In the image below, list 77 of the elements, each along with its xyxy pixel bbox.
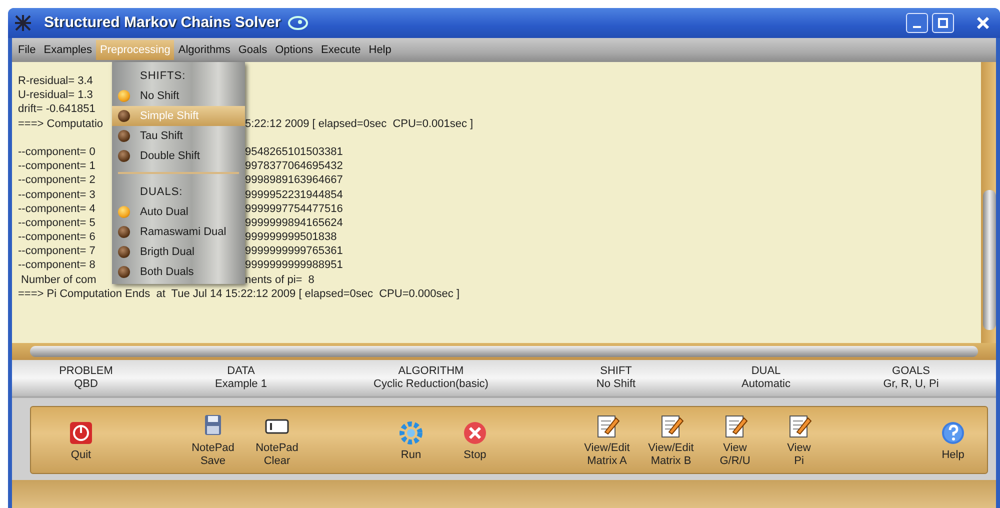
status-label: ALGORITHM [398, 365, 464, 378]
menu-item[interactable]: Examples [40, 40, 96, 60]
log-line: 9548265101503381 [245, 144, 344, 160]
status-value: Gr, R, U, Pi [883, 378, 939, 391]
status-label: DUAL [751, 365, 781, 378]
menu-item[interactable]: Options [271, 40, 317, 60]
window-title: Structured Markov Chains Solver [44, 12, 281, 33]
menu-item[interactable]: File [14, 40, 40, 60]
toolbar-button[interactable]: Run [379, 418, 443, 462]
log-line: --component= 8 [18, 258, 96, 273]
scroll-thumb[interactable] [983, 190, 996, 330]
radio-menu-item[interactable]: Both Duals [112, 262, 245, 282]
log-line: 9978377064695432 [245, 159, 344, 174]
maximize-icon [938, 18, 948, 28]
log-line: --component= 2 [18, 173, 96, 188]
log-line: ===> Computatio [18, 116, 104, 131]
toolbar-button[interactable]: Help [921, 418, 985, 462]
log-line: 9999999999988951 [245, 258, 344, 273]
status-label: SHIFT [600, 365, 632, 378]
scroll-thumb[interactable] [30, 346, 978, 357]
log-line: --component= 4 [18, 202, 96, 216]
app-icon [14, 14, 32, 32]
toolbar-button[interactable]: View/Edit Matrix A [575, 412, 639, 468]
log-line: R-residual= 3.4 [18, 74, 94, 88]
log-line: 9999997754477516 [245, 202, 344, 216]
menu-item[interactable]: Goals [234, 40, 272, 60]
logo-icon [286, 15, 309, 31]
menu-item[interactable]: Execute [317, 40, 365, 60]
status-label: DATA [227, 365, 255, 378]
log-line: --component= 7 [18, 244, 96, 258]
log-line: U-residual= 1.3 [18, 88, 94, 102]
menu-header: DUALS: [139, 184, 184, 200]
status-value: Automatic [742, 378, 790, 391]
radio-menu-item[interactable]: Auto Dual [112, 202, 245, 222]
menu-item[interactable]: Help [364, 40, 396, 60]
log-line: 9999999999765361 [245, 244, 344, 258]
log-line: ===> Pi Computation Ends at Tue Jul 14 15:22:12 2009 [ elapsed=0sec CPU=0.000sec ] [18, 286, 461, 302]
status-value: No Shift [596, 378, 636, 391]
log-line: 9998989163964667 [245, 173, 344, 188]
toolbar-button[interactable]: View Pi [767, 412, 831, 468]
radio-menu-item[interactable]: Brigth Dual [112, 242, 245, 262]
gear-icon [397, 418, 425, 446]
toolbar-button[interactable]: View/Edit Matrix B [639, 412, 703, 468]
toolbar-button[interactable]: View G/R/U [703, 412, 767, 468]
menu-item[interactable]: Algorithms [174, 40, 234, 60]
toolbar-button[interactable]: Stop [443, 418, 507, 462]
close-icon [977, 17, 989, 29]
log-line: nents of pi= 8 [245, 272, 316, 287]
radio-menu-item[interactable]: Tau Shift [112, 126, 245, 146]
log-line: --component= 0 [18, 144, 96, 160]
status-label: GOALS [892, 365, 930, 378]
toolbar-button[interactable]: Quit [49, 418, 113, 462]
log-line: --component= 1 [18, 159, 96, 174]
log-line: 9999999894165624 [245, 216, 344, 230]
minimize-icon [913, 26, 921, 28]
log-line: --component= 5 [18, 216, 96, 230]
log-line: drift= -0.641851 [18, 102, 96, 117]
toolbar-button[interactable]: NotePad Clear [245, 412, 309, 468]
log-line: 999999999501838 [245, 230, 338, 244]
status-value: Example 1 [215, 378, 267, 391]
maximize-button[interactable] [932, 13, 954, 33]
status-value: Cyclic Reduction(basic) [374, 378, 488, 391]
log-line: --component= 6 [18, 230, 96, 244]
status-label: PROBLEM [59, 365, 113, 378]
vertical-scrollbar[interactable] [981, 62, 996, 343]
log-line: 5:22:12 2009 [ elapsed=0sec CPU=0.001sec ] [245, 116, 474, 131]
toolbar-button[interactable]: NotePad Save [181, 412, 245, 468]
radio-menu-item[interactable]: No Shift [112, 86, 245, 106]
horizontal-scrollbar[interactable] [12, 343, 996, 360]
log-line: Number of com [20, 272, 98, 287]
menu-header: SHIFTS: [139, 68, 187, 84]
log-line: 9999952231944854 [245, 188, 344, 202]
status-value: QBD [74, 378, 98, 391]
minimize-button[interactable] [906, 13, 928, 33]
radio-menu-item[interactable]: Double Shift [112, 146, 245, 166]
radio-menu-item[interactable]: Ramaswami Dual [112, 222, 245, 242]
log-line: --component= 3 [18, 188, 96, 202]
